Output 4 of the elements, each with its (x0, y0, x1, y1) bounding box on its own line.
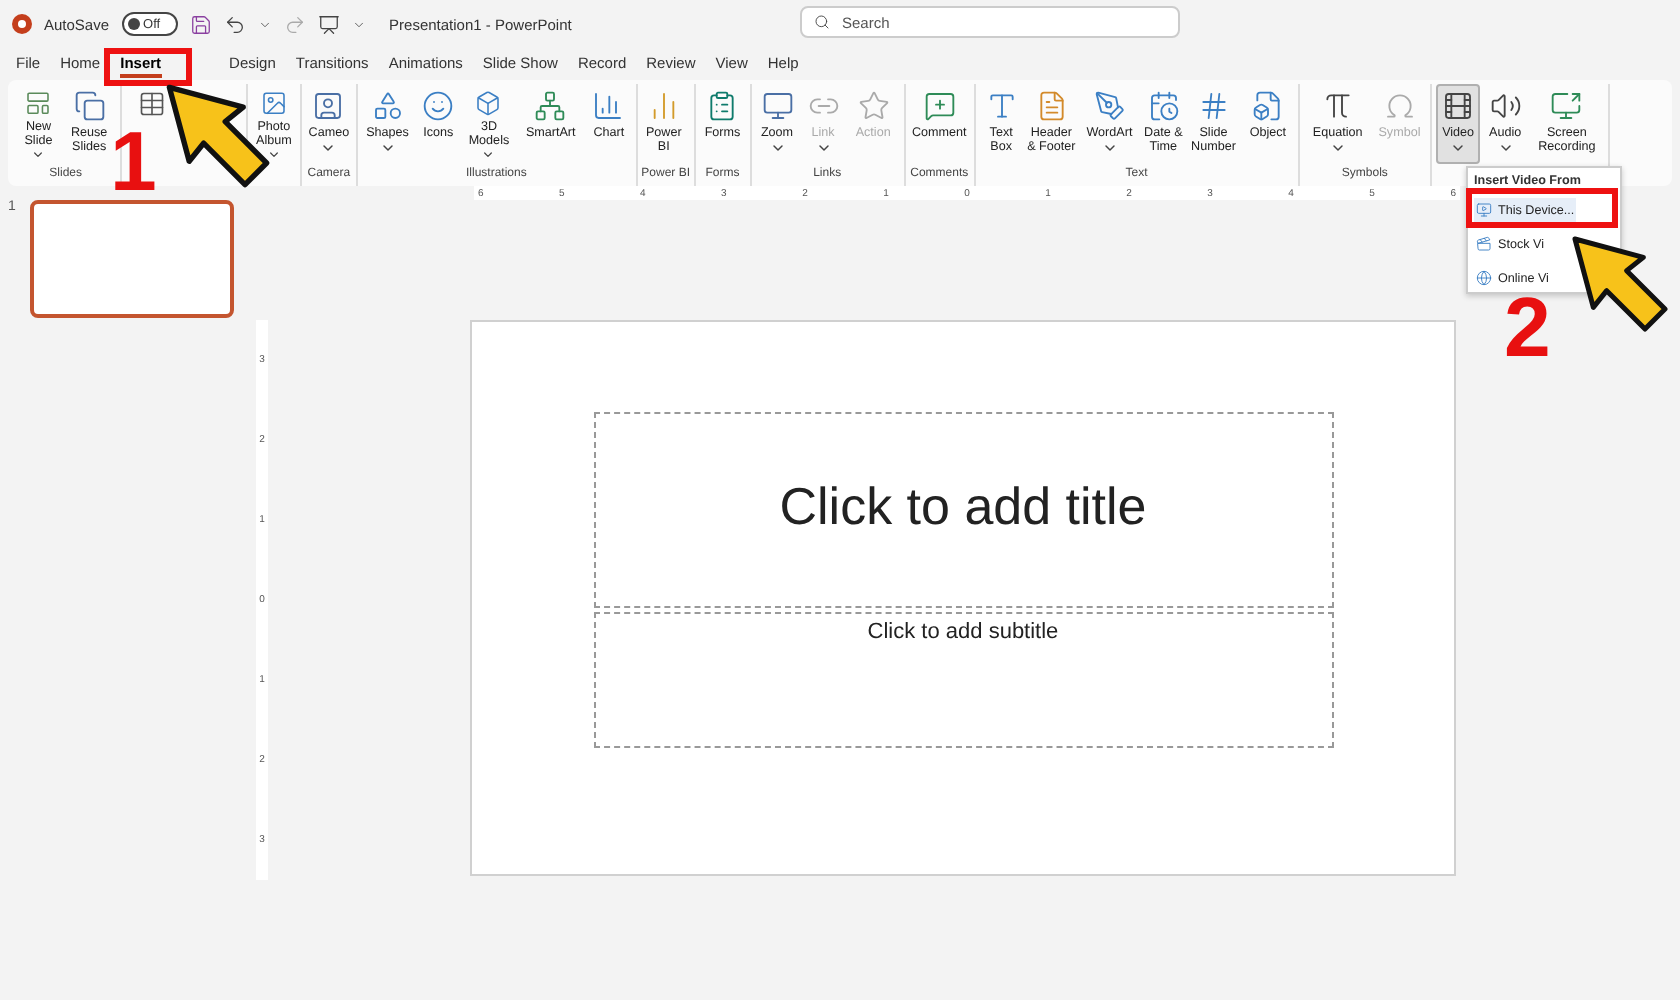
step-number: 2 (1504, 286, 1551, 370)
subtitle-placeholder[interactable]: Click to add subtitle (593, 612, 1333, 748)
step-number: 1 (110, 120, 157, 204)
title-placeholder[interactable]: Click to add title (593, 412, 1333, 608)
